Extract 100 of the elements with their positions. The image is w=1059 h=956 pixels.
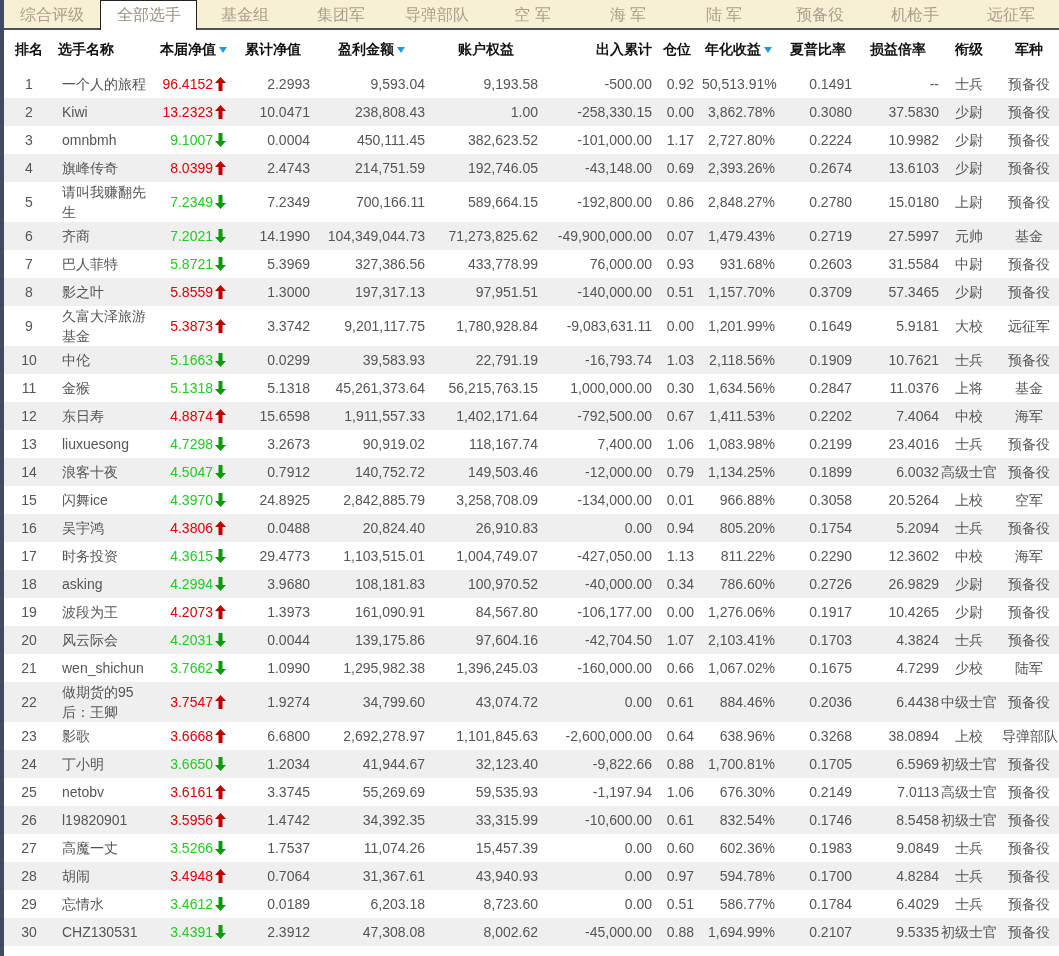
table-cell: 10.9982 (888, 132, 939, 148)
table-cell: -1,197.94 (592, 784, 652, 800)
table-cell: 11.0376 (889, 380, 939, 396)
table-cell: 192,746.05 (467, 160, 538, 176)
table-cell: 1,157.70% (708, 284, 775, 300)
player-name[interactable]: 闪舞ice (62, 490, 148, 510)
table-cell: 0.00 (666, 604, 694, 620)
table-cell: 43,074.72 (475, 694, 538, 710)
table-cell: 0.1983 (809, 840, 852, 856)
net-value: 5.8559 (170, 283, 213, 302)
column-header[interactable]: 年化收益 (705, 41, 761, 59)
table-cell: 26,910.83 (475, 520, 538, 536)
table-cell: -9,822.66 (592, 756, 652, 772)
net-value: 8.0399 (170, 159, 213, 178)
table-cell: 预备役 (1007, 520, 1050, 536)
table-cell: 3,258,708.09 (456, 492, 538, 508)
table-cell: 0.1899 (809, 464, 852, 480)
table-cell: 预备役 (1007, 694, 1050, 710)
player-name[interactable]: 忘情水 (62, 894, 148, 914)
player-name[interactable]: 巴人菲特 (62, 254, 148, 274)
table-cell: 导弹部队 (1002, 728, 1058, 744)
column-header[interactable]: 本届净值 (159, 41, 216, 59)
table-cell: -134,000.00 (577, 492, 652, 508)
sort-icon[interactable] (218, 47, 227, 53)
table-cell: 43,940.93 (475, 868, 538, 884)
table-cell: 上尉 (955, 194, 983, 210)
table-cell: 0.3058 (809, 492, 852, 508)
table-cell: 1,276.06% (708, 604, 775, 620)
table-cell: 预备役 (1007, 840, 1050, 856)
table-cell: 589,664.15 (467, 194, 538, 210)
table-cell: 594.78% (719, 868, 775, 884)
table-cell: 9,593.04 (370, 76, 425, 92)
table-cell: -12,000.00 (585, 464, 652, 480)
table-cell: 238,808.43 (354, 104, 425, 120)
player-name[interactable]: liuxuesong (62, 434, 148, 454)
table-cell: 24 (21, 756, 37, 772)
net-value: 4.2031 (170, 631, 213, 650)
table-cell: 9,193.58 (483, 76, 538, 92)
table-cell: 0.00 (624, 896, 652, 912)
table-cell: 0.51 (666, 284, 694, 300)
table-cell: 预备役 (1007, 632, 1050, 648)
table-cell: 高级士官 (941, 464, 997, 480)
net-value: 4.7298 (170, 435, 213, 454)
table-cell: 586.77% (719, 896, 775, 912)
player-name[interactable]: 金猴 (62, 378, 148, 398)
table-cell: 12 (21, 408, 37, 424)
table-cell: 161,090.91 (354, 604, 425, 620)
table-cell: 6.6800 (267, 728, 310, 744)
table-cell: 初级士官 (941, 756, 997, 772)
net-value: 4.2073 (170, 603, 213, 622)
table-cell: 1,694.99% (708, 924, 775, 940)
net-value: 3.4391 (170, 923, 213, 942)
player-name[interactable]: wen_shichun (62, 658, 148, 678)
sort-icon[interactable] (764, 47, 772, 53)
table-cell: 预备役 (1007, 132, 1050, 148)
column-header: 夏普比率 (789, 41, 846, 59)
net-value: 3.7662 (170, 659, 213, 678)
table-cell: 0.30 (666, 380, 694, 396)
table-cell: -16,793.74 (585, 352, 652, 368)
column-header[interactable]: 盈利金额 (338, 41, 394, 59)
table-cell: -- (929, 76, 939, 92)
table-cell: 1.17 (666, 132, 694, 148)
table-cell: 8,723.60 (483, 896, 538, 912)
table-cell: 638.96% (719, 728, 775, 744)
player-name[interactable]: 高魔一丈 (62, 838, 148, 858)
player-name[interactable]: 久富大泽旅游基金 (62, 306, 148, 346)
table-cell: 0.1649 (809, 318, 852, 334)
table-cell: 5.2094 (896, 520, 939, 536)
table-cell: 0.1705 (809, 756, 852, 772)
table-cell: 预备役 (1007, 436, 1050, 452)
table-cell: 30 (21, 924, 37, 940)
table-cell: 4.3824 (896, 632, 939, 648)
player-name[interactable]: netobv (62, 782, 148, 802)
table-cell: 0.1746 (809, 812, 852, 828)
table-cell: 少尉 (955, 284, 983, 300)
table-cell: -42,704.50 (585, 632, 652, 648)
player-name[interactable]: 一个人的旅程 (62, 74, 148, 94)
table-cell: 预备役 (1007, 756, 1050, 772)
table-cell: 0.00 (624, 868, 652, 884)
table-cell: 0.1909 (809, 352, 852, 368)
table-cell: 预备役 (1007, 464, 1050, 480)
table-cell: 931.68% (719, 256, 775, 272)
table-cell: 7 (25, 256, 33, 272)
table-cell: 9,201,117.75 (344, 318, 425, 334)
table-cell: 433,778.99 (467, 256, 538, 272)
table-cell: 13 (21, 436, 37, 452)
net-value: 7.2349 (170, 193, 213, 212)
player-name[interactable]: 时务投资 (62, 546, 148, 566)
player-name[interactable]: omnbmh (62, 130, 148, 150)
player-name[interactable]: 请叫我赚翻先生 (62, 182, 148, 222)
player-name[interactable]: 波段为王 (62, 602, 148, 622)
table-cell: 上将 (955, 380, 983, 396)
table-cell: 1,000,000.00 (570, 380, 652, 396)
table-cell: 士兵 (955, 520, 983, 536)
table-cell: 少尉 (955, 104, 983, 120)
sort-icon[interactable] (397, 47, 405, 53)
table-cell: 1,411.53% (709, 408, 775, 424)
table-cell: 0.2224 (809, 132, 852, 148)
net-value: 4.8874 (170, 407, 213, 426)
player-name[interactable]: 影歌 (62, 726, 148, 746)
